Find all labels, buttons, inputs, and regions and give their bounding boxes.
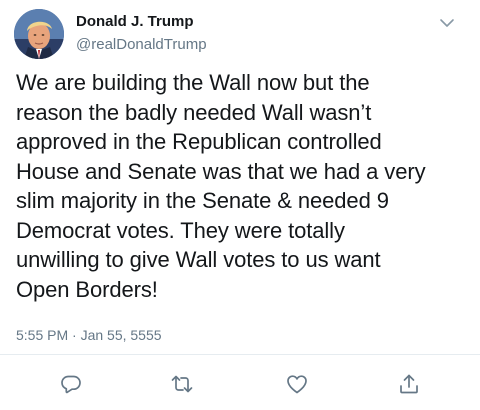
tweet-text-line: slim majority in the Senate & needed 9: [16, 188, 389, 213]
like-button[interactable]: [285, 372, 309, 396]
heart-icon: [287, 375, 307, 394]
reply-icon: [61, 375, 81, 394]
profile-photo: [14, 9, 64, 59]
share-icon: [400, 374, 418, 394]
tweet-text-line: reason the badly needed Wall wasn’t: [16, 99, 372, 125]
tweet-text-line: unwilling to give Wall votes to us want: [16, 247, 381, 272]
tweet-text: We are building the Wall now but the rea…: [16, 68, 474, 304]
user-handle[interactable]: @realDonaldTrump: [76, 36, 207, 53]
share-button[interactable]: [397, 372, 421, 396]
tweet-card: Donald J. Trump @realDonaldTrump We are …: [0, 0, 480, 410]
reply-button[interactable]: [59, 372, 83, 396]
retweet-icon: [171, 375, 193, 393]
display-name[interactable]: Donald J. Trump: [76, 13, 194, 30]
tweet-text-line: Open Borders!: [16, 276, 158, 302]
tweet-text-line: approved in the Republican controlled: [16, 129, 382, 154]
tweet-text-line: Democrat votes. They were totally: [16, 217, 345, 243]
divider: [0, 354, 480, 355]
tweet-text-line: We are building the Wall now but the: [16, 70, 370, 95]
avatar[interactable]: [14, 9, 64, 59]
chevron-down-icon[interactable]: [436, 12, 458, 34]
retweet-button[interactable]: [170, 372, 194, 396]
tweet-text-line: House and Senate was that we had a very: [16, 158, 426, 184]
timestamp[interactable]: 5:55 PM · Jan 55, 5555: [16, 327, 162, 343]
